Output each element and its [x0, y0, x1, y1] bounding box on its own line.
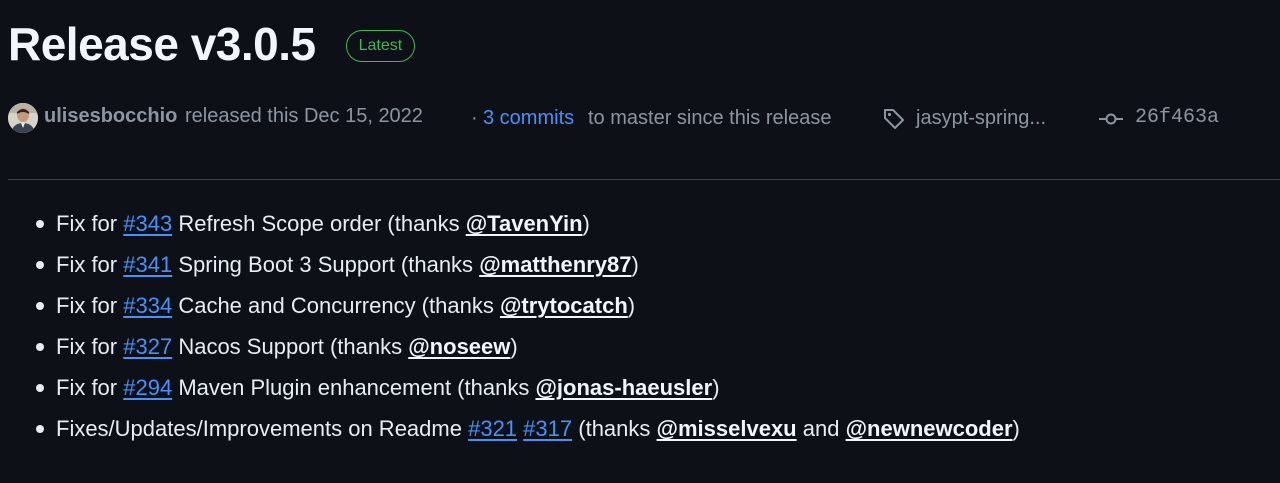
git-commit-icon [1098, 107, 1124, 131]
note-suffix: ) [627, 293, 636, 318]
note-suffix: ) [582, 211, 590, 236]
user-mention-link[interactable]: @newnewcoder [846, 416, 1013, 441]
note-prefix: Fix for [56, 293, 118, 318]
note-suffix: ) [631, 252, 639, 277]
issue-link[interactable]: #327 [123, 334, 172, 359]
note-text: Refresh Scope order (thanks [178, 211, 460, 236]
note-prefix: Fix for [56, 252, 118, 277]
list-item: Fixes/Updates/Improvements on Readme #32… [0, 408, 1020, 449]
note-prefix: Fixes/Updates/Improvements on Readme [56, 416, 462, 441]
release-meta: ulisesbocchio released this Dec 15, 2022… [8, 101, 1272, 135]
user-mention-link[interactable]: @TavenYin [466, 211, 583, 236]
latest-badge: Latest [345, 30, 416, 62]
user-mention-link[interactable]: @trytocatch [500, 293, 628, 318]
note-suffix: ) [510, 334, 518, 359]
note-prefix: Fix for [56, 211, 118, 236]
user-mention-link[interactable]: @noseew [408, 334, 510, 359]
list-item: Fix for #294 Maven Plugin enhancement (t… [0, 367, 1020, 408]
note-text: Cache and Concurrency (thanks [178, 293, 494, 318]
issue-link[interactable]: #334 [123, 293, 172, 318]
commit-sha-link[interactable]: 26f463a [1135, 101, 1219, 135]
tag-icon [882, 107, 906, 131]
meta-separator: · [471, 107, 478, 129]
release-title[interactable]: Release v3.0.5 [8, 14, 316, 74]
tag-link[interactable]: jasypt-spring... [916, 101, 1046, 135]
commits-since-text: to master since this release [588, 107, 832, 129]
user-mention-link[interactable]: @misselvexu [657, 416, 797, 441]
author-link[interactable]: ulisesbocchio [44, 101, 177, 131]
note-text: Spring Boot 3 Support (thanks [178, 252, 474, 277]
list-item: Fix for #334 Cache and Concurrency (than… [0, 285, 1020, 326]
note-text: Nacos Support (thanks [178, 334, 403, 359]
list-item: Fix for #341 Spring Boot 3 Support (than… [0, 244, 1020, 285]
list-item: Fix for #343 Refresh Scope order (thanks… [0, 203, 1020, 244]
avatar[interactable] [8, 103, 38, 133]
issue-link[interactable]: #343 [123, 211, 172, 236]
note-prefix: Fix for [56, 334, 118, 359]
note-prefix: Fix for [56, 375, 118, 400]
note-suffix: ) [712, 375, 720, 400]
note-text: (thanks [578, 416, 651, 441]
release-date-text: released this Dec 15, 2022 [185, 105, 423, 127]
user-avatar-image [8, 103, 38, 133]
release-notes-list: Fix for #343 Refresh Scope order (thanks… [0, 203, 1020, 449]
note-text: Maven Plugin enhancement (thanks [178, 375, 530, 400]
issue-link[interactable]: #321 [468, 416, 517, 441]
issue-link[interactable]: #317 [523, 416, 572, 441]
user-mention-link[interactable]: @jonas-haeusler [535, 375, 712, 400]
list-item: Fix for #327 Nacos Support (thanks @nose… [0, 326, 1020, 367]
release-header: Release v3.0.5 Latest [8, 14, 416, 74]
note-conjunction: and [802, 416, 840, 441]
issue-link[interactable]: #341 [123, 252, 172, 277]
issue-link[interactable]: #294 [123, 375, 172, 400]
divider [8, 179, 1280, 180]
note-suffix: ) [1012, 416, 1020, 441]
commits-link[interactable]: 3 commits [483, 101, 574, 135]
user-mention-link[interactable]: @matthenry87 [479, 252, 631, 277]
release-page: Release v3.0.5 Latest ulisesbocchio rele… [0, 0, 1280, 483]
